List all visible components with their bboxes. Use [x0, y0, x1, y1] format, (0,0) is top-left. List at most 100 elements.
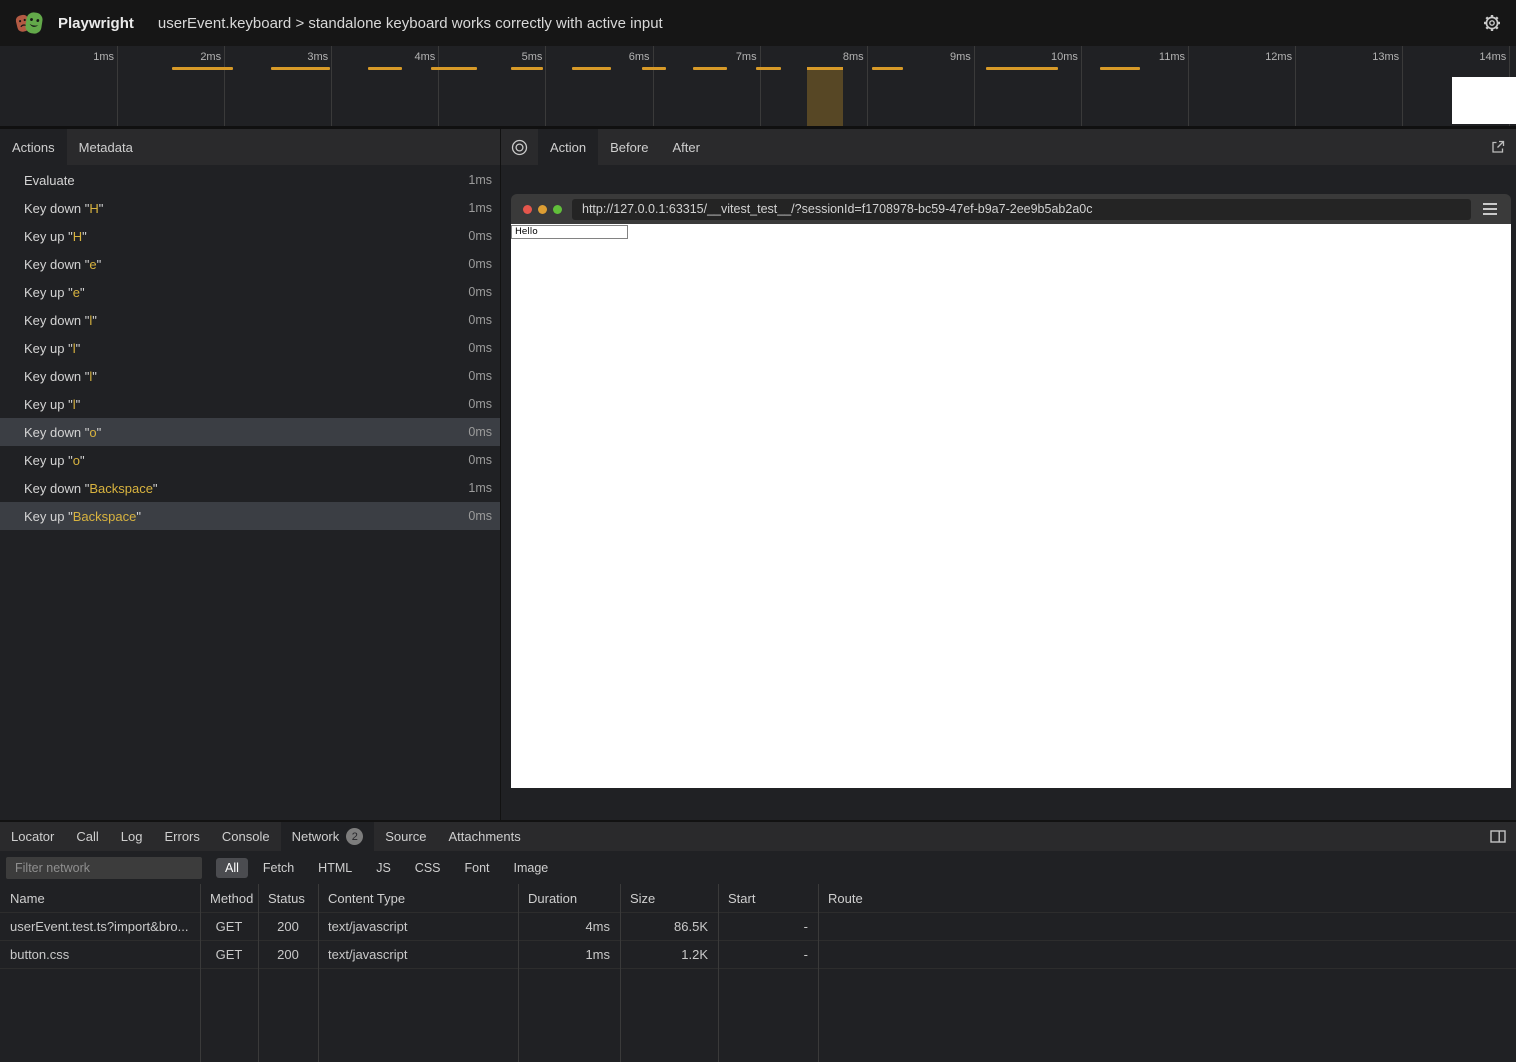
tab-metadata[interactable]: Metadata — [67, 129, 145, 165]
action-row[interactable]: Key up "o"0ms — [0, 446, 500, 474]
column-header-status[interactable]: Status — [258, 891, 318, 906]
column-header-method[interactable]: Method — [200, 891, 258, 906]
address-bar[interactable]: http://127.0.0.1:63315/__vitest_test__/?… — [572, 199, 1471, 220]
snapshot-panel: Action Before After — [501, 129, 1516, 820]
column-separator[interactable] — [258, 884, 259, 1062]
pick-locator-target-icon[interactable] — [501, 129, 538, 165]
column-separator[interactable] — [200, 884, 201, 1062]
open-snapshot-external-icon[interactable] — [1480, 129, 1516, 165]
action-quote: " — [80, 453, 85, 468]
network-request-row[interactable]: userEvent.test.ts?import&bro...GET200tex… — [0, 913, 1516, 941]
filter-chip-js[interactable]: JS — [367, 858, 400, 878]
action-row[interactable]: Key up "l"0ms — [0, 334, 500, 362]
action-row[interactable]: Evaluate 1ms — [0, 166, 500, 194]
tab-label: Locator — [11, 829, 54, 844]
tab-label: Actions — [12, 140, 55, 155]
tab-label: Console — [222, 829, 270, 844]
action-duration: 0ms — [468, 453, 492, 467]
column-header-route[interactable]: Route — [818, 891, 1516, 906]
timeline-tick-label: 12ms — [1232, 51, 1292, 63]
tab-source[interactable]: Source — [374, 822, 437, 851]
action-row[interactable]: Key up "l"0ms — [0, 390, 500, 418]
actions-panel: Actions Metadata Evaluate 1ms Key down "H"1… — [0, 129, 500, 820]
tab-actions[interactable]: Actions — [0, 129, 67, 165]
action-param: H — [73, 229, 82, 244]
column-header-duration[interactable]: Duration — [518, 891, 620, 906]
tab-call[interactable]: Call — [65, 822, 109, 851]
timeline-gridline — [224, 46, 225, 126]
network-filter-row: All Fetch HTML JS CSS Font Image — [0, 851, 1516, 884]
action-quote: " — [92, 369, 97, 384]
action-quote: " — [136, 509, 141, 524]
cell-duration: 1ms — [518, 947, 620, 962]
cell-content_type: text/javascript — [318, 919, 518, 934]
action-label: Key down — [24, 369, 81, 384]
action-duration: 0ms — [468, 369, 492, 383]
action-row[interactable]: Key down "l"0ms — [0, 362, 500, 390]
action-duration: 1ms — [468, 173, 492, 187]
tab-log[interactable]: Log — [110, 822, 154, 851]
column-header-name[interactable]: Name — [0, 891, 200, 906]
action-row[interactable]: Key up "Backspace"0ms — [0, 502, 500, 530]
tab-after[interactable]: After — [660, 129, 711, 165]
column-separator[interactable] — [318, 884, 319, 1062]
action-row[interactable]: Key up "H"0ms — [0, 222, 500, 250]
timeline-gridline — [653, 46, 654, 126]
filter-chip-html[interactable]: HTML — [309, 858, 361, 878]
column-separator[interactable] — [718, 884, 719, 1062]
snapshot-browser-window: http://127.0.0.1:63315/__vitest_test__/?… — [511, 194, 1511, 788]
action-row[interactable]: Key down "Backspace"1ms — [0, 474, 500, 502]
timeline-scrubber[interactable]: 1ms2ms3ms4ms5ms6ms7ms8ms9ms10ms11ms12ms1… — [0, 46, 1516, 129]
cell-status: 200 — [258, 919, 318, 934]
column-separator[interactable] — [620, 884, 621, 1062]
column-separator[interactable] — [518, 884, 519, 1062]
timeline-tick-label: 14ms — [1446, 51, 1506, 63]
tab-console[interactable]: Console — [211, 822, 281, 851]
network-filter-input[interactable] — [6, 857, 202, 879]
action-row[interactable]: Key down "l"0ms — [0, 306, 500, 334]
timeline-tick-label: 7ms — [697, 51, 757, 63]
timeline-gridline — [1081, 46, 1082, 126]
network-request-row[interactable]: button.cssGET200text/javascript1ms1.2K- — [0, 941, 1516, 969]
network-count-badge: 2 — [346, 828, 363, 845]
tab-errors[interactable]: Errors — [153, 822, 210, 851]
timeline-action-bar — [511, 67, 543, 70]
column-header-size[interactable]: Size — [620, 891, 718, 906]
timeline-tick-label: 6ms — [590, 51, 650, 63]
action-row[interactable]: Key down "o"0ms — [0, 418, 500, 446]
action-row[interactable]: Key up "e"0ms — [0, 278, 500, 306]
filter-chip-font[interactable]: Font — [456, 858, 499, 878]
column-separator[interactable] — [818, 884, 819, 1062]
timeline-preview-thumbnail — [1452, 77, 1516, 124]
action-quote: " — [64, 341, 72, 356]
action-label: Evaluate — [24, 173, 75, 188]
tab-label: Log — [121, 829, 143, 844]
playwright-logo-icon — [14, 9, 44, 37]
settings-gear-icon[interactable] — [1482, 13, 1502, 33]
filter-chip-image[interactable]: Image — [505, 858, 558, 878]
timeline-action-bar — [431, 67, 477, 70]
column-header-content-type[interactable]: Content Type — [318, 891, 518, 906]
filter-chip-css[interactable]: CSS — [406, 858, 450, 878]
tab-label: Before — [610, 140, 648, 155]
page-text-input[interactable] — [511, 225, 628, 239]
action-row[interactable]: Key down "e"0ms — [0, 250, 500, 278]
tab-before[interactable]: Before — [598, 129, 660, 165]
tab-network[interactable]: Network2 — [281, 822, 375, 851]
action-row[interactable]: Key down "H"1ms — [0, 194, 500, 222]
column-header-start[interactable]: Start — [718, 891, 818, 906]
timeline-tick-label: 4ms — [375, 51, 435, 63]
action-duration: 0ms — [468, 257, 492, 271]
tab-attachments[interactable]: Attachments — [437, 822, 531, 851]
browser-chrome-bar: http://127.0.0.1:63315/__vitest_test__/?… — [511, 194, 1511, 224]
tab-action[interactable]: Action — [538, 129, 598, 165]
filter-chip-fetch[interactable]: Fetch — [254, 858, 303, 878]
action-title: Key up "l" — [24, 341, 80, 356]
browser-menu-hamburger-icon[interactable] — [1481, 199, 1499, 219]
filter-chip-all[interactable]: All — [216, 858, 248, 878]
action-title: Key up "H" — [24, 229, 87, 244]
tab-locator[interactable]: Locator — [0, 822, 65, 851]
cell-start: - — [718, 919, 818, 934]
details-tabstrip-spacer — [532, 822, 1480, 851]
toggle-split-view-icon[interactable] — [1480, 822, 1516, 851]
